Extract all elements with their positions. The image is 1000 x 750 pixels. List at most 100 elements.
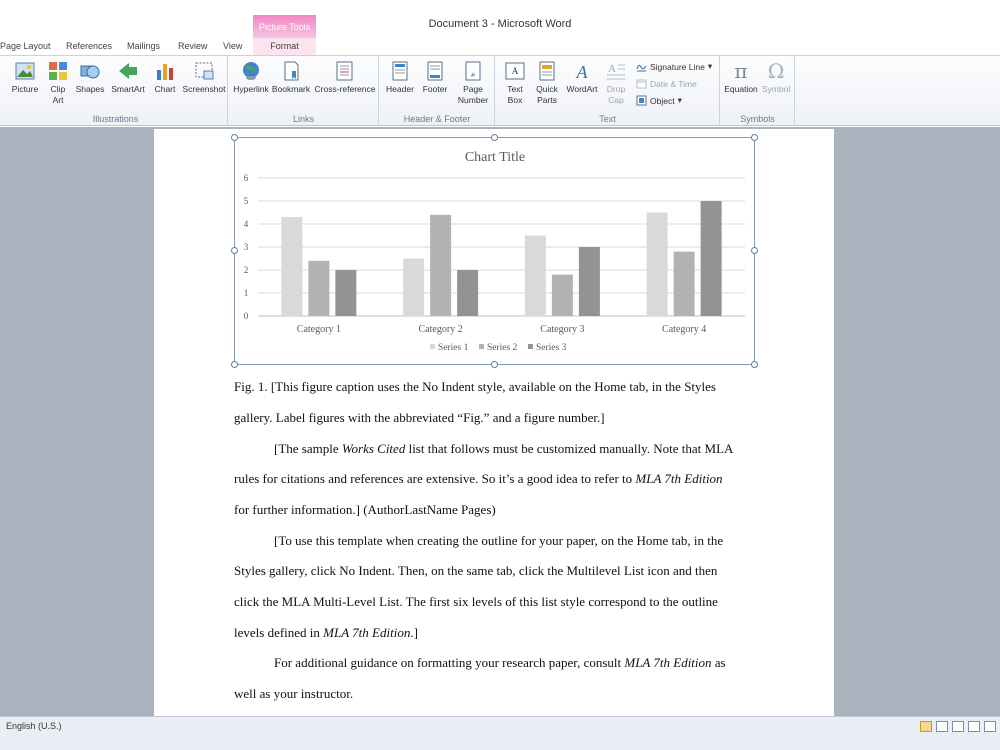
category-label: Category 4 [662, 324, 706, 335]
status-bar: English (U.S.) [0, 716, 1000, 750]
figure-caption-line-2: gallery. Label figures with the abbrevia… [234, 410, 605, 425]
tab-view[interactable]: View [223, 41, 242, 51]
resize-handle-left[interactable] [231, 247, 238, 254]
language-indicator[interactable]: English (U.S.) [6, 721, 62, 731]
chart-button[interactable]: Chart [150, 60, 180, 95]
page-number-label: Page Number [457, 84, 489, 105]
footer-icon [427, 61, 443, 81]
bookmark-button[interactable]: Bookmark [271, 60, 311, 95]
resize-handle-bottom[interactable] [491, 361, 498, 368]
tab-review[interactable]: Review [178, 41, 208, 51]
bar [700, 201, 722, 316]
quick-parts-label: Quick Parts [536, 84, 558, 105]
cross-reference-button[interactable]: Cross-reference [313, 60, 377, 95]
equation-label: Equation [724, 84, 758, 94]
equation-button[interactable]: π Equation [723, 60, 759, 95]
title-bar: Picture Tools Document 3 - Microsoft Wor… [0, 0, 1000, 40]
y-tick-label: 5 [244, 196, 249, 206]
header-button[interactable]: Header [383, 60, 417, 95]
date-time-button[interactable]: Date & Time [636, 78, 697, 89]
tab-page-layout[interactable]: Page Layout [0, 41, 51, 51]
quick-parts-button[interactable]: Quick Parts [532, 60, 562, 106]
drop-cap-button[interactable]: A Drop Cap [602, 60, 630, 106]
resize-handle-top-left[interactable] [231, 134, 238, 141]
resize-handle-bottom-right[interactable] [751, 361, 758, 368]
wordart-icon: A [576, 62, 589, 82]
tab-references[interactable]: References [66, 41, 112, 51]
document-workspace[interactable]: Chart Title 0 1 2 3 4 5 6 Category 1 Category 2 Ca… [0, 127, 1000, 716]
smartart-label: SmartArt [111, 84, 145, 94]
paragraph-2-line-4: levels defined in MLA 7th Edition.] [234, 625, 764, 641]
drop-cap-icon: A [607, 63, 625, 80]
resize-handle-top[interactable] [491, 134, 498, 141]
web-layout-view-button[interactable] [952, 721, 964, 732]
footer-label: Footer [422, 84, 448, 94]
tab-format[interactable]: Format [253, 38, 316, 55]
object-icon [636, 95, 647, 106]
print-layout-view-button[interactable] [920, 721, 932, 732]
paragraph-2-line-2: Styles gallery, click No Indent. Then, o… [234, 563, 718, 578]
text-group-label: Text [599, 114, 616, 124]
page-number-button[interactable]: # Page Number [454, 60, 492, 106]
window-title: Document 3 - Microsoft Word [428, 18, 572, 30]
bar [403, 258, 425, 316]
bar [646, 212, 668, 316]
picture-button[interactable]: Picture [8, 60, 42, 95]
svg-text:#: # [470, 72, 475, 79]
wordart-button[interactable]: A WordArt [564, 60, 600, 95]
text-box-label: Text Box [507, 84, 523, 105]
svg-text:A: A [512, 66, 519, 76]
shapes-icon [80, 65, 100, 79]
paragraph-3-line-1: For additional guidance on formatting yo… [234, 655, 764, 671]
hyperlink-icon [243, 62, 259, 80]
date-time-label: Date & Time [650, 78, 697, 89]
chevron-down-icon: ▾ [707, 61, 713, 71]
bar [551, 274, 573, 316]
text-run: For additional guidance on formatting yo… [274, 655, 625, 670]
full-screen-reading-view-button[interactable] [936, 721, 948, 732]
ribbon-tab-bar: Page Layout References Mailings Review V… [0, 38, 1000, 55]
links-group-label: Links [292, 114, 314, 124]
text-run: list that follows must be customized man… [405, 441, 734, 456]
svg-text:A: A [576, 62, 589, 82]
resize-handle-top-right[interactable] [751, 134, 758, 141]
bar [430, 214, 452, 316]
paragraph-2-line-1: [To use this template when creating the … [274, 533, 724, 548]
bookmark-label: Bookmark [271, 84, 311, 94]
chart-icon [157, 64, 173, 80]
legend-label: Series 1 [438, 343, 469, 353]
footer-button[interactable]: Footer [418, 60, 452, 95]
resize-handle-bottom-left[interactable] [231, 361, 238, 368]
draft-view-button[interactable] [984, 721, 996, 732]
header-footer-group-label: Header & Footer [403, 114, 471, 124]
document-page[interactable]: Chart Title 0 1 2 3 4 5 6 Category 1 Category 2 Ca… [154, 129, 834, 716]
clip-art-button[interactable]: Clip Art [44, 60, 72, 106]
y-tick-label: 4 [244, 219, 249, 229]
quick-parts-icon [539, 61, 555, 81]
text-run: as [711, 655, 726, 670]
screenshot-button[interactable]: Screenshot [182, 60, 226, 95]
italic-title: MLA 7th Edition [624, 655, 712, 670]
italic-title: MLA 7th Edition [323, 625, 411, 640]
text-run: rules for citations and references are e… [234, 471, 636, 486]
paragraph-1-line-2: rules for citations and references are e… [234, 471, 764, 487]
outline-view-button[interactable] [968, 721, 980, 732]
picture-label: Picture [11, 84, 39, 94]
category-label: Category 1 [297, 324, 341, 335]
chevron-down-icon: ▾ [677, 95, 682, 105]
hyperlink-button[interactable]: Hyperlink [232, 60, 270, 95]
shapes-button[interactable]: Shapes [74, 60, 106, 95]
signature-line-button[interactable]: Signature Line ▾ [636, 61, 712, 72]
symbol-button[interactable]: Ω Symbol [759, 60, 793, 95]
object-button[interactable]: Object ▾ [636, 95, 682, 106]
symbol-label: Symbol [761, 84, 791, 94]
chart-object[interactable]: Chart Title 0 1 2 3 4 5 6 Category 1 Category 2 Ca… [234, 137, 755, 365]
legend-swatch [430, 344, 435, 349]
shapes-label: Shapes [75, 84, 105, 94]
resize-handle-right[interactable] [751, 247, 758, 254]
tab-mailings[interactable]: Mailings [127, 41, 160, 51]
y-tick-label: 2 [244, 265, 249, 275]
smartart-button[interactable]: SmartArt [108, 60, 148, 95]
text-box-button[interactable]: A Text Box [500, 60, 530, 106]
text-run: .] [410, 625, 418, 640]
